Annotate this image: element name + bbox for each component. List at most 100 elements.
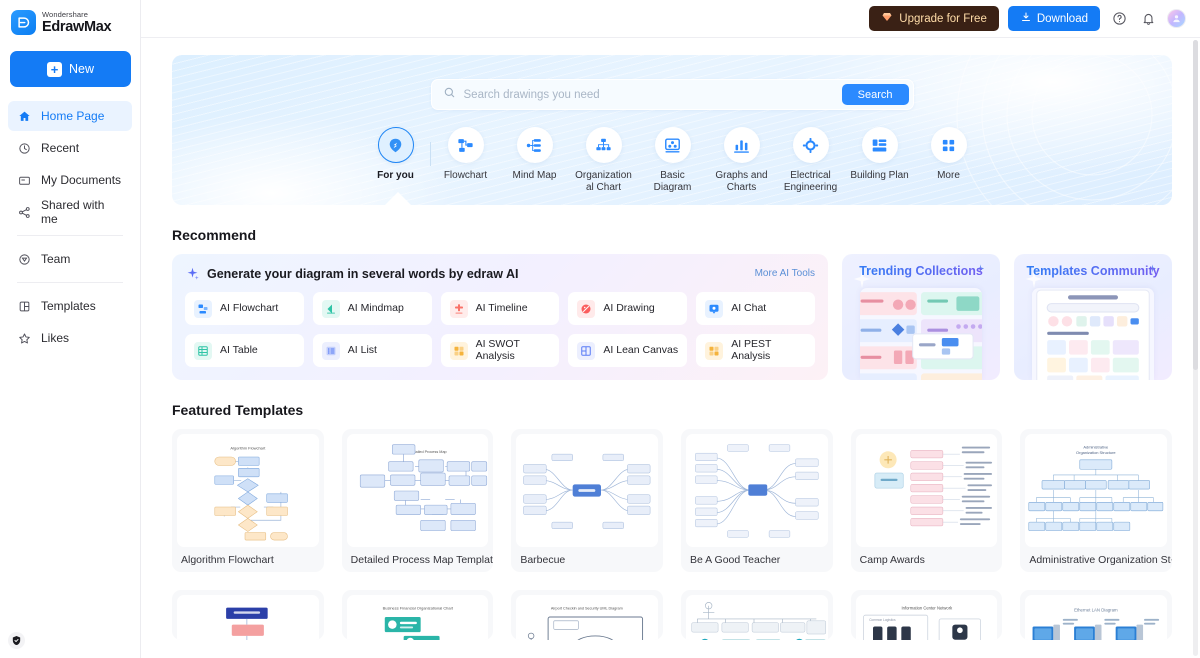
ai-tool-ai-drawing[interactable]: AI Drawing (568, 292, 688, 325)
sidebar-item-shared-with-me[interactable]: Shared with me (8, 197, 132, 227)
scroll-area: Search For you Flowchart (141, 38, 1200, 658)
new-button[interactable]: + New (10, 51, 131, 87)
template-card[interactable]: Camp Awards (850, 429, 1003, 572)
template-card[interactable]: Information Center Network Common Logist… (850, 590, 1003, 640)
more-ai-tools-link[interactable]: More AI Tools (755, 268, 815, 279)
template-card[interactable] (681, 590, 833, 640)
template-card[interactable]: Barbecue (511, 429, 663, 572)
template-card[interactable]: Business Financial Organizational Chart (341, 590, 494, 640)
ai-table-icon (194, 341, 212, 360)
electrical-icon (792, 127, 829, 163)
brand-company: Wondershare (42, 10, 88, 19)
edraw-logo-icon (11, 10, 36, 35)
sidebar-item-label: Home Page (41, 109, 105, 123)
promo-trending-collections[interactable]: Trending Collections (842, 254, 1000, 380)
ai-tool-ai-swot-analysis[interactable]: AI SWOT Analysis (440, 334, 560, 367)
sidebar-divider-1 (17, 235, 123, 236)
template-card[interactable]: Algorithm Flowchart Algorithm Flowchart (172, 429, 324, 572)
category-more[interactable]: More (914, 127, 983, 194)
upgrade-button-label: Upgrade for Free (899, 12, 987, 25)
sidebar-item-team[interactable]: Team (8, 244, 132, 274)
ai-tool-ai-chat[interactable]: AI Chat (696, 292, 815, 325)
shield-check-icon[interactable] (8, 632, 25, 649)
brand-product: EdrawMax (42, 18, 112, 35)
promo-title: Trending Collections (842, 264, 1000, 278)
ai-tool-ai-list[interactable]: AI List (312, 334, 432, 367)
sidebar-item-home-page[interactable]: Home Page (8, 101, 132, 131)
category-label: More (937, 170, 960, 181)
sidebar-item-my-documents[interactable]: My Documents (8, 165, 132, 195)
promo-title: Templates Community (1014, 264, 1172, 278)
template-card[interactable] (172, 590, 324, 640)
template-thumbnail (177, 595, 319, 640)
template-card[interactable]: Be A Good Teacher (681, 429, 833, 572)
team-icon (17, 252, 32, 267)
bell-icon[interactable] (1138, 9, 1158, 29)
category-for-you[interactable]: For you (361, 127, 430, 194)
download-icon (1020, 11, 1032, 26)
svg-text:Organization Structure: Organization Structure (1076, 450, 1116, 455)
template-name: Algorithm Flowchart (181, 553, 274, 566)
featured-templates-grid-row2: Business Financial Organizational Chart (172, 590, 1172, 640)
template-thumbnail (686, 595, 828, 640)
ai-tool-ai-timeline[interactable]: AI Timeline (440, 292, 560, 325)
sidebar-item-likes[interactable]: Likes (8, 323, 132, 353)
category-organizational-chart[interactable]: Organization al Chart (569, 127, 638, 194)
ai-tool-label: AI Timeline (475, 301, 528, 314)
ai-tool-label: AI Table (220, 343, 258, 356)
ai-tool-label: AI Flowchart (220, 301, 279, 314)
vertical-scrollbar[interactable] (1193, 40, 1198, 656)
brand-logo[interactable]: Wondershare EdrawMax (0, 0, 140, 35)
flowchart-icon (447, 127, 484, 163)
upgrade-button[interactable]: Upgrade for Free (869, 6, 999, 31)
ai-tool-label: AI PEST Analysis (731, 338, 772, 362)
main-area: Upgrade for Free Download Search drawing… (141, 0, 1200, 658)
template-thumbnail (686, 434, 828, 547)
mindmap-icon (516, 127, 553, 163)
org-chart-icon (585, 127, 622, 163)
ai-tool-ai-mindmap[interactable]: AI Mindmap (312, 292, 432, 325)
category-electrical-engineering[interactable]: Electrical Engineering (776, 127, 845, 194)
template-card[interactable]: Ethernet LAN Diagram (1020, 590, 1172, 640)
promo-templates-community[interactable]: Templates Community (1014, 254, 1172, 380)
ai-tool-ai-pest-analysis[interactable]: AI PEST Analysis (696, 334, 815, 367)
category-label: Basic Diagram (653, 170, 692, 193)
category-basic-diagram[interactable]: Basic Diagram (638, 127, 707, 194)
graphs-charts-icon (723, 127, 760, 163)
sidebar: Wondershare EdrawMax + New Home Page Rec… (0, 0, 141, 658)
diamond-icon (881, 11, 893, 26)
search-input[interactable] (463, 88, 842, 101)
category-building-plan[interactable]: Building Plan (845, 127, 914, 194)
ai-tools-grid: AI Flowchart AI Mindmap AI Timeline AI D… (185, 292, 815, 367)
ai-list-icon (321, 341, 340, 360)
ai-tools-title: Generate your diagram in several words b… (207, 266, 519, 281)
download-button[interactable]: Download (1007, 6, 1100, 31)
ai-mindmap-icon (321, 299, 340, 318)
template-thumbnail: Ethernet LAN Diagram (1025, 595, 1167, 640)
user-avatar-icon[interactable] (1167, 9, 1186, 28)
template-card[interactable]: Airport Checkin and Security UML Diagram (511, 590, 663, 640)
svg-text:Common Logistics: Common Logistics (869, 618, 896, 622)
ai-tool-ai-lean-canvas[interactable]: AI Lean Canvas (568, 334, 688, 367)
recommend-heading: Recommend (172, 227, 257, 243)
ai-swot-icon (449, 341, 468, 360)
ai-tool-label: AI Drawing (603, 301, 655, 314)
sidebar-item-templates[interactable]: Templates (8, 291, 132, 321)
scrollbar-thumb[interactable] (1193, 40, 1198, 370)
category-mind-map[interactable]: Mind Map (500, 127, 569, 194)
ai-tool-label: AI Lean Canvas (603, 343, 679, 356)
template-card[interactable]: Detailed Process Map Detailed Process Ma… (341, 429, 494, 572)
search-bar[interactable]: Search (430, 79, 914, 110)
category-graphs-and-charts[interactable]: Graphs and Charts (707, 127, 776, 194)
ai-tool-ai-flowchart[interactable]: AI Flowchart (185, 292, 304, 325)
template-card[interactable]: Administrative Organization Structure Ad… (1020, 429, 1172, 572)
svg-text:Ethernet LAN Diagram: Ethernet LAN Diagram (1074, 607, 1118, 612)
ai-tool-ai-table[interactable]: AI Table (185, 334, 304, 367)
clock-icon (17, 141, 32, 156)
help-circle-icon[interactable] (1109, 9, 1129, 29)
template-thumbnail: Detailed Process Map (346, 434, 489, 547)
sidebar-item-recent[interactable]: Recent (8, 133, 132, 163)
search-button[interactable]: Search (841, 84, 909, 105)
category-flowchart[interactable]: Flowchart (431, 127, 500, 194)
sidebar-item-label: Shared with me (41, 198, 105, 226)
